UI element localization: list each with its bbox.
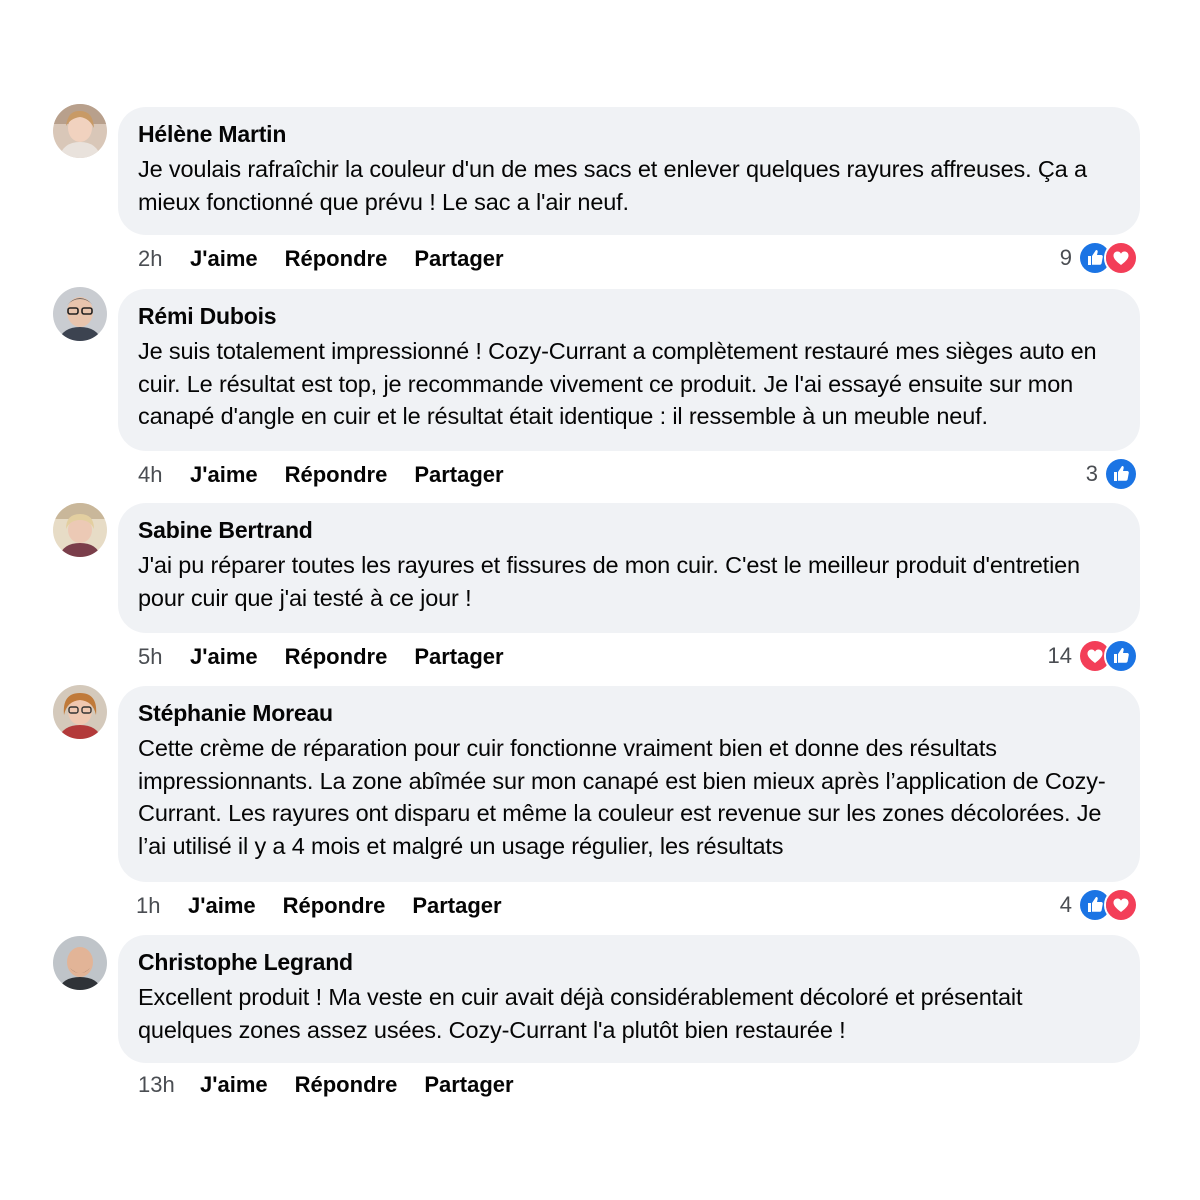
comment-author[interactable]: Christophe Legrand	[138, 947, 1122, 977]
avatar-photo-icon	[53, 503, 107, 557]
reply-button[interactable]: Répondre	[285, 643, 388, 671]
comment-bubble: Hélène Martin Je voulais rafraîchir la c…	[118, 107, 1140, 235]
avatar[interactable]	[53, 503, 107, 557]
share-button[interactable]: Partager	[412, 892, 501, 920]
comment-bubble: Christophe Legrand Excellent produit ! M…	[118, 935, 1140, 1063]
comment-bubble: Stéphanie Moreau Cette crème de réparati…	[118, 686, 1140, 882]
reply-button[interactable]: Répondre	[285, 245, 388, 273]
comment-actions: 13h J'aime Répondre Partager	[138, 1071, 541, 1099]
comment-bubble: Rémi Dubois Je suis totalement impressio…	[118, 289, 1140, 451]
comment-text: J'ai pu réparer toutes les rayures et fi…	[138, 552, 1080, 611]
like-button[interactable]: J'aime	[190, 643, 258, 671]
reply-button[interactable]: Répondre	[295, 1071, 398, 1099]
like-button[interactable]: J'aime	[190, 461, 258, 489]
reaction-summary[interactable]: 14	[1048, 639, 1138, 673]
like-button[interactable]: J'aime	[188, 892, 256, 920]
comment-text: Cette crème de réparation pour cuir fonc…	[138, 735, 1106, 859]
avatar-photo-icon	[53, 287, 107, 341]
comment-author[interactable]: Hélène Martin	[138, 119, 1122, 149]
avatar-photo-icon	[53, 936, 107, 990]
comment-text: Je voulais rafraîchir la couleur d'un de…	[138, 156, 1087, 215]
comment-bubble: Sabine Bertrand J'ai pu réparer toutes l…	[118, 503, 1140, 633]
like-button[interactable]: J'aime	[190, 245, 258, 273]
comment-time[interactable]: 13h	[138, 1071, 200, 1099]
reply-button[interactable]: Répondre	[283, 892, 386, 920]
comment-author[interactable]: Stéphanie Moreau	[138, 698, 1122, 728]
reaction-count: 4	[1059, 892, 1072, 917]
share-button[interactable]: Partager	[424, 1071, 513, 1099]
love-icon	[1104, 241, 1138, 275]
avatar[interactable]	[53, 936, 107, 990]
comment-actions: 4h J'aime Répondre Partager	[138, 461, 531, 489]
like-button[interactable]: J'aime	[200, 1071, 268, 1099]
share-button[interactable]: Partager	[414, 245, 503, 273]
reaction-summary[interactable]: 4	[1060, 888, 1138, 922]
comment-actions: 1h J'aime Répondre Partager	[136, 892, 529, 920]
love-icon	[1104, 888, 1138, 922]
avatar[interactable]	[53, 287, 107, 341]
reaction-summary[interactable]: 9	[1060, 241, 1138, 275]
reaction-count: 14	[1047, 643, 1072, 668]
avatar-photo-icon	[53, 104, 107, 158]
like-icon	[1104, 639, 1138, 673]
comment-author[interactable]: Rémi Dubois	[138, 301, 1122, 331]
share-button[interactable]: Partager	[414, 461, 503, 489]
comment-text: Excellent produit ! Ma veste en cuir ava…	[138, 984, 1023, 1043]
comment-author[interactable]: Sabine Bertrand	[138, 515, 1122, 545]
share-button[interactable]: Partager	[414, 643, 503, 671]
avatar[interactable]	[53, 104, 107, 158]
comment-time[interactable]: 1h	[136, 892, 188, 920]
comment-actions: 5h J'aime Répondre Partager	[138, 643, 531, 671]
reply-button[interactable]: Répondre	[285, 461, 388, 489]
avatar-photo-icon	[53, 685, 107, 739]
reaction-count: 9	[1059, 245, 1072, 270]
avatar[interactable]	[53, 685, 107, 739]
reaction-count: 3	[1085, 461, 1098, 486]
reaction-summary[interactable]: 3	[1086, 457, 1138, 491]
comment-time[interactable]: 4h	[138, 461, 190, 489]
comment-time[interactable]: 5h	[138, 643, 190, 671]
comment-text: Je suis totalement impressionné ! Cozy-C…	[138, 338, 1097, 429]
like-icon	[1104, 457, 1138, 491]
comment-time[interactable]: 2h	[138, 245, 190, 273]
comment-actions: 2h J'aime Répondre Partager	[138, 245, 531, 273]
